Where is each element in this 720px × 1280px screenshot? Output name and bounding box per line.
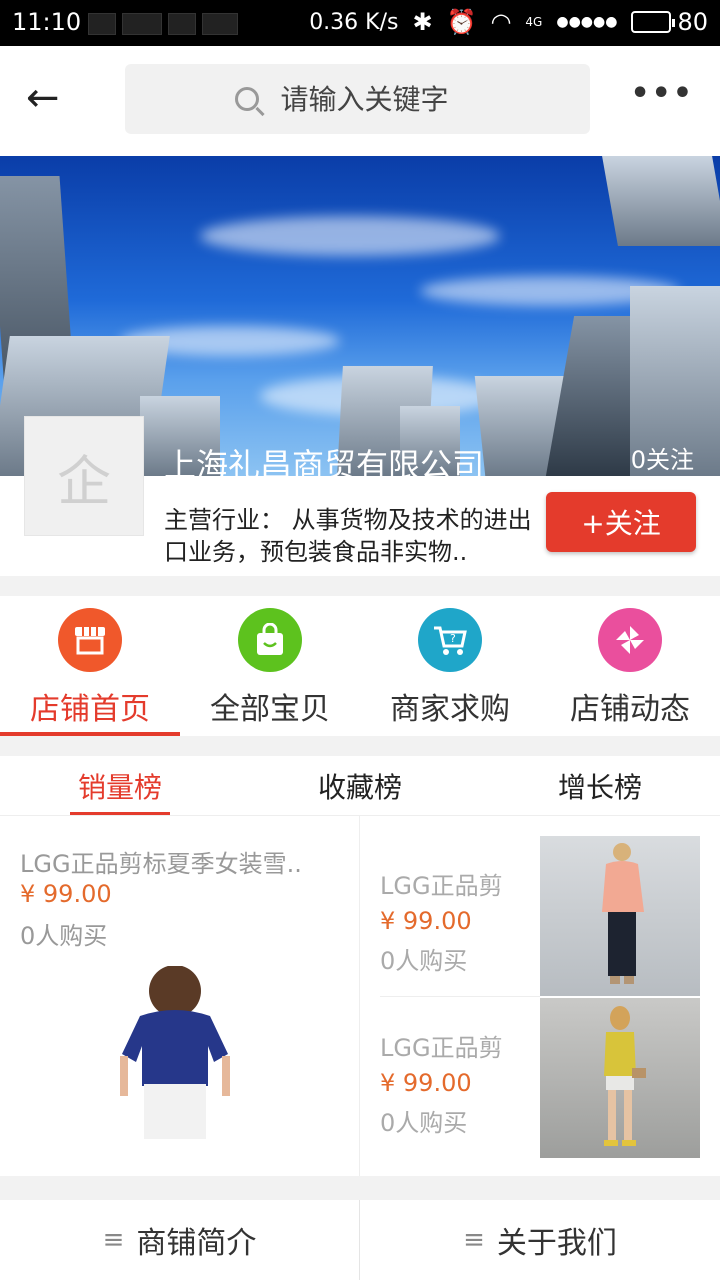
status-time: 11:10 — [12, 8, 82, 36]
product-title: LGG正品剪 — [380, 872, 503, 900]
app-notification-icon — [168, 13, 196, 35]
wifi-icon: ◠ — [490, 8, 512, 36]
top-header: ← ••• — [0, 46, 720, 156]
nav-label: 店铺动态 — [570, 692, 690, 727]
product-image — [540, 998, 700, 1158]
product-price: ¥ 99.00 — [20, 880, 112, 908]
follower-count: 0关注 — [630, 446, 694, 474]
ranking-tabs: 销量榜 收藏榜 增长榜 — [0, 756, 720, 816]
nav-label: 商家求购 — [390, 692, 510, 727]
network-type: 4G — [525, 15, 543, 29]
alarm-icon: ⏰ — [446, 8, 477, 36]
follow-button[interactable]: +关注 — [546, 492, 696, 552]
shop-intro-button[interactable]: ≡ 商铺简介 — [0, 1200, 360, 1280]
shop-logo: 企 — [24, 416, 144, 536]
tab-sales-rank[interactable]: 销量榜 — [0, 756, 240, 815]
bluetooth-icon: ✱ — [412, 8, 433, 36]
product-price: ¥ 99.00 — [380, 1069, 472, 1097]
list-item[interactable]: LGG正品剪 ¥ 99.00 0人购买 — [380, 836, 700, 996]
svg-text:?: ? — [450, 632, 456, 645]
tab-growth-rank[interactable]: 增长榜 — [480, 756, 720, 815]
product-title: LGG正品剪 — [380, 1034, 503, 1062]
network-speed: 0.36 K/s — [309, 9, 399, 35]
store-icon — [58, 608, 122, 672]
more-menu-icon[interactable]: ••• — [630, 76, 694, 111]
cart-question-icon: ? — [418, 608, 482, 672]
search-icon — [234, 87, 259, 111]
search-input[interactable] — [280, 82, 481, 116]
tab-favorites-rank[interactable]: 收藏榜 — [240, 756, 480, 815]
battery-icon: 80 — [631, 8, 708, 36]
main-industry: 主营行业： 从事货物及技术的进出口业务，预包装食品非实物.. — [164, 506, 532, 566]
product-image — [540, 836, 700, 996]
nav-buyer-requests[interactable]: ? 商家求购 — [360, 596, 540, 736]
menu-icon: ≡ — [102, 1225, 125, 1255]
app-notification-icon — [88, 13, 116, 35]
product-image — [120, 966, 230, 1139]
nav-shop-home[interactable]: 店铺首页 — [0, 596, 180, 736]
nav-shop-updates[interactable]: 店铺动态 — [540, 596, 720, 736]
battery-percent: 80 — [677, 8, 708, 36]
about-us-button[interactable]: ≡ 关于我们 — [360, 1200, 720, 1280]
about-us-label: 关于我们 — [496, 1226, 617, 1261]
product-title: LGG正品剪标夏季女装雪.. — [20, 850, 302, 878]
status-bar: 11:10 0.36 K/s ✱ ⏰ ◠ 4G ●●●●● 80 — [0, 0, 720, 46]
product-sold: 0人购买 — [380, 947, 468, 975]
product-list: LGG正品剪标夏季女装雪.. ¥ 99.00 0人购买 LGG正品剪 ¥ 99.… — [0, 816, 720, 1176]
featured-product[interactable]: LGG正品剪标夏季女装雪.. ¥ 99.00 0人购买 — [0, 816, 360, 1176]
back-arrow-icon[interactable]: ← — [26, 76, 70, 120]
app-notification-icon — [122, 13, 162, 35]
divider — [380, 996, 540, 997]
signal-icon: ●●●●● — [556, 14, 618, 30]
list-item[interactable]: LGG正品剪 ¥ 99.00 0人购买 — [380, 998, 700, 1158]
shop-intro-label: 商铺简介 — [136, 1226, 257, 1261]
product-price: ¥ 99.00 — [380, 907, 472, 935]
product-sold: 0人购买 — [20, 922, 108, 950]
nav-all-items[interactable]: 全部宝贝 — [180, 596, 360, 736]
product-sold: 0人购买 — [380, 1109, 468, 1137]
app-notification-icon — [202, 13, 238, 35]
nav-label: 店铺首页 — [30, 692, 150, 727]
menu-icon: ≡ — [463, 1225, 485, 1255]
notification-icons — [88, 10, 238, 38]
search-box[interactable] — [125, 64, 590, 134]
shop-nav: 店铺首页 全部宝贝 ? 商家求购 店铺动态 — [0, 596, 720, 736]
pinwheel-icon — [598, 608, 662, 672]
status-right: 0.36 K/s ✱ ⏰ ◠ 4G ●●●●● 80 — [309, 8, 708, 36]
shopping-bag-icon — [238, 608, 302, 672]
nav-label: 全部宝贝 — [210, 692, 330, 727]
bottom-bar: ≡ 商铺简介 ≡ 关于我们 — [0, 1200, 720, 1280]
